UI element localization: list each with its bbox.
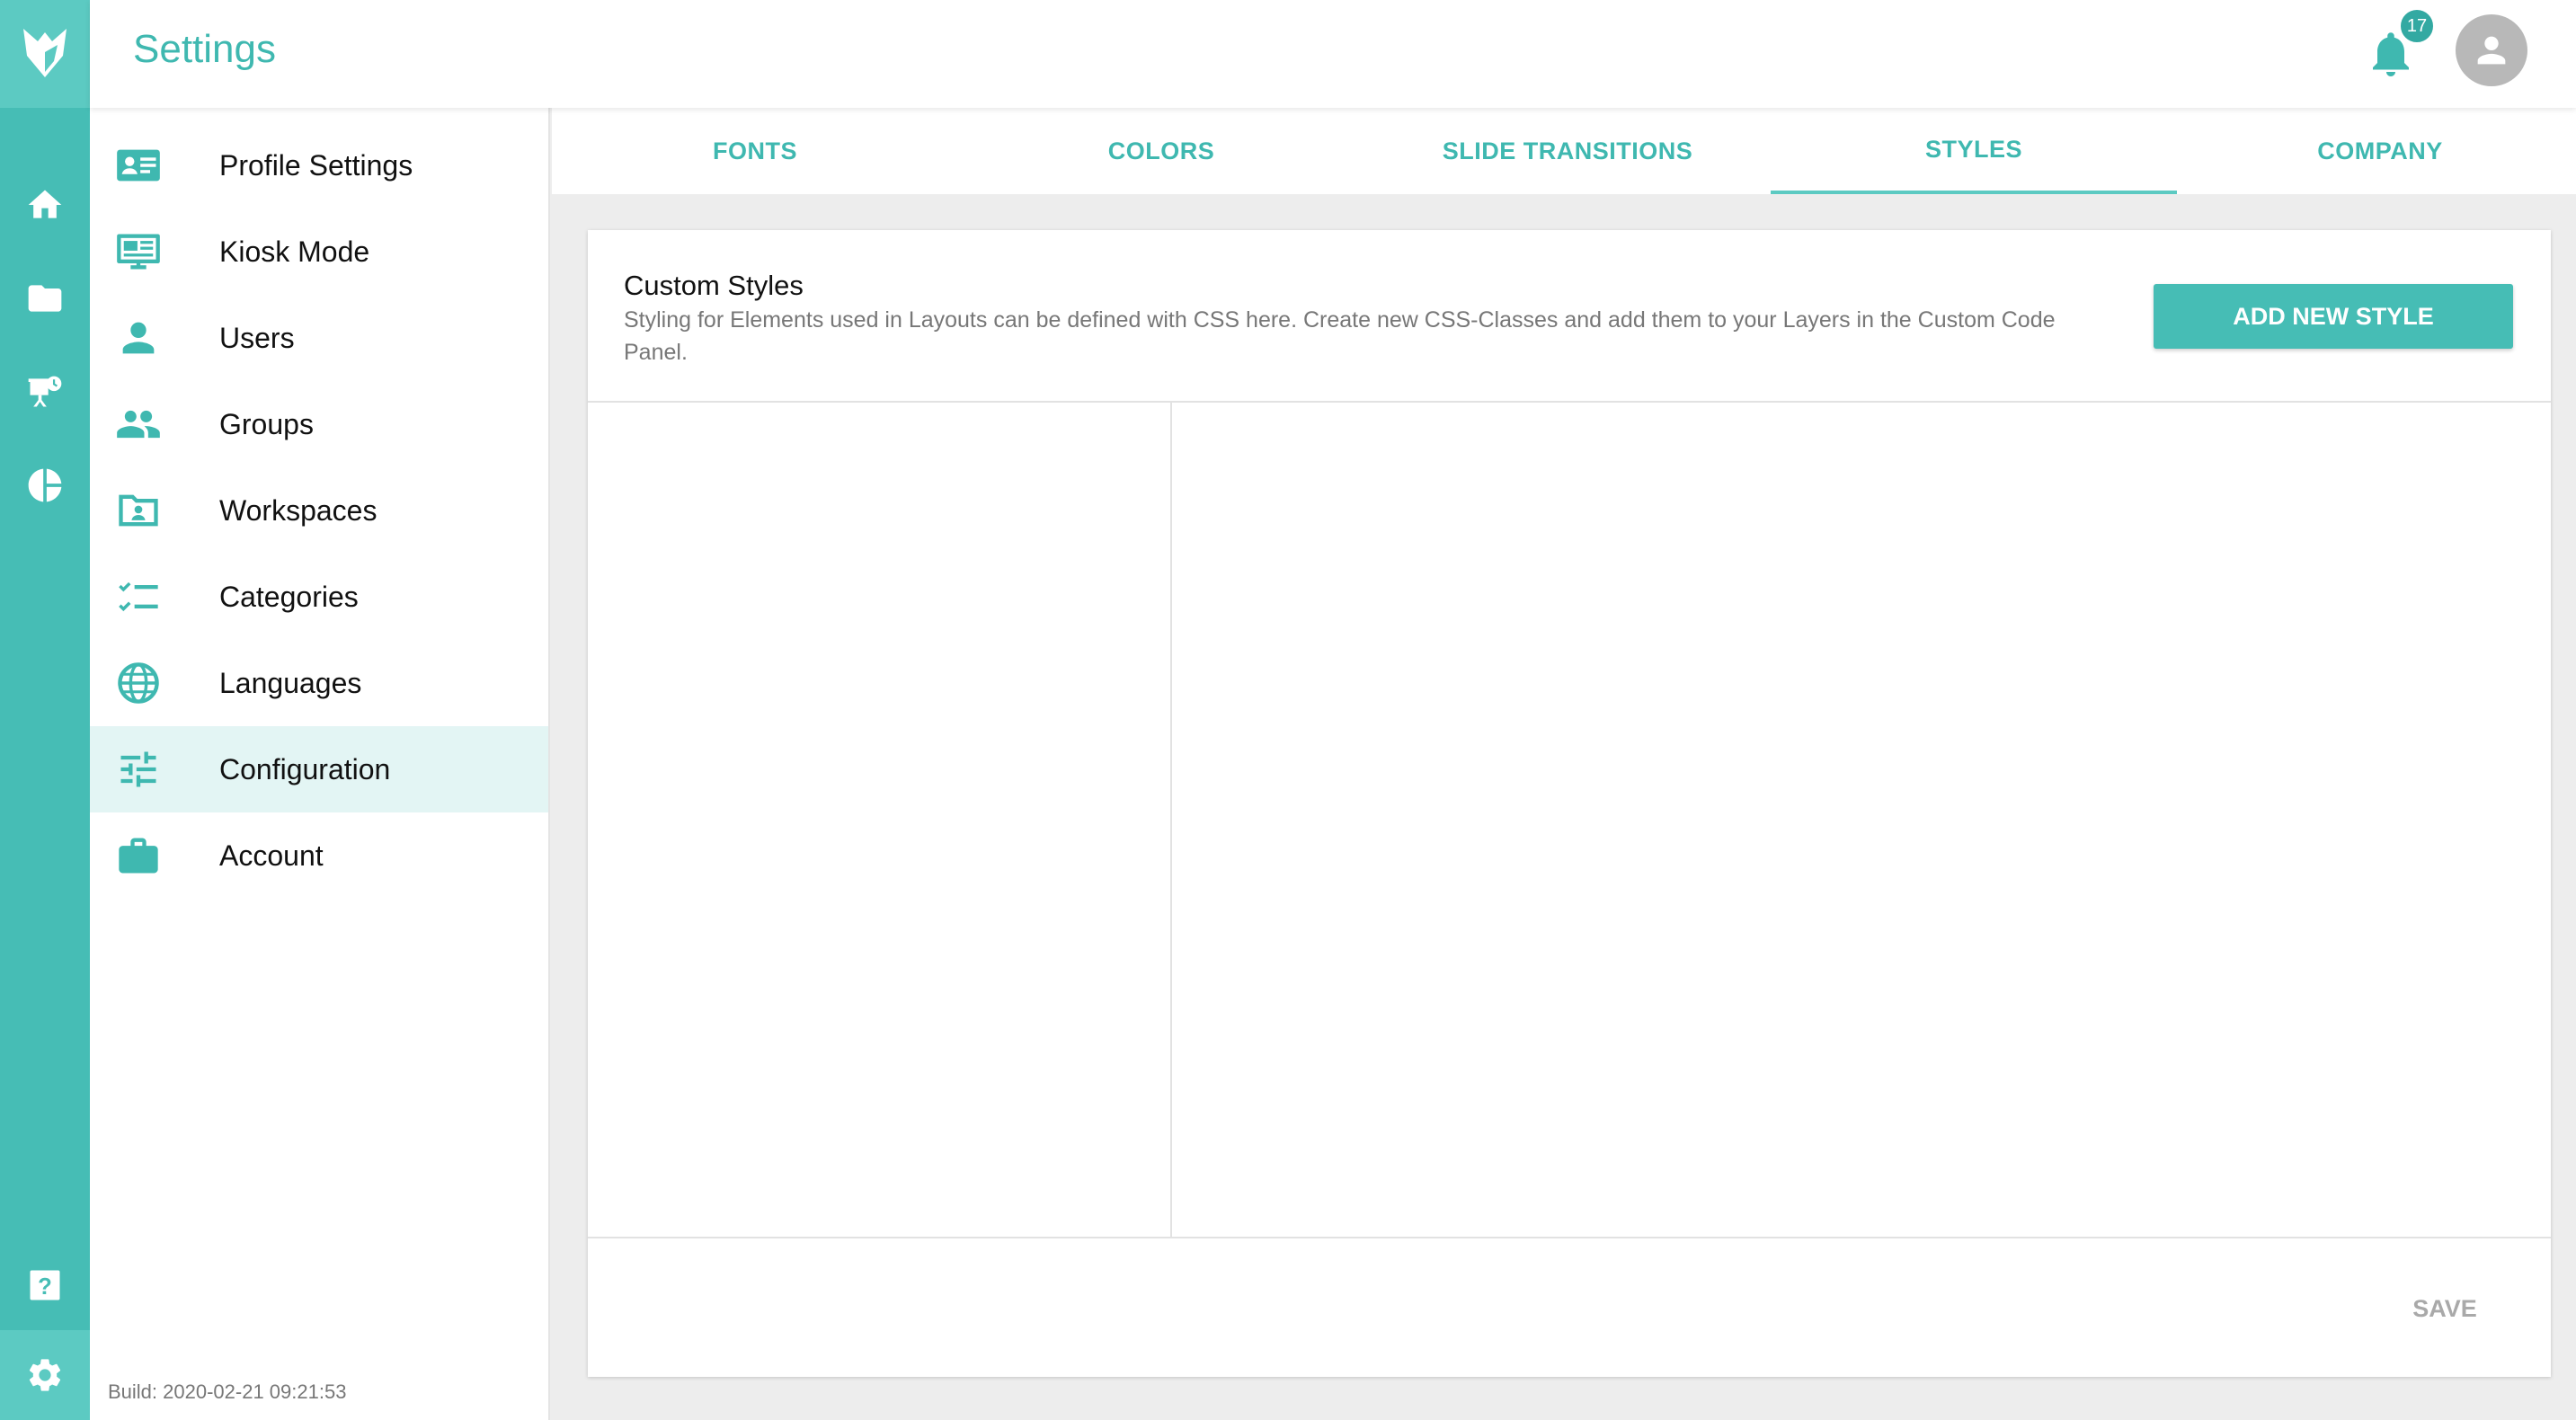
sidebar-item-languages[interactable]: Languages	[90, 640, 548, 726]
app-rail: ?	[0, 0, 90, 1420]
save-button[interactable]: SAVE	[2373, 1282, 2517, 1336]
sidebar-item-label: Workspaces	[219, 494, 378, 527]
sidebar-item-label: Account	[219, 839, 324, 872]
sidebar-item-label: Languages	[219, 667, 362, 699]
folder-icon[interactable]	[0, 262, 90, 334]
sidebar-item-label: Profile Settings	[219, 149, 413, 182]
sidebar-item-kiosk-mode[interactable]: Kiosk Mode	[90, 209, 548, 295]
user-icon	[122, 322, 155, 354]
profile-card-icon	[117, 149, 160, 182]
gear-icon[interactable]	[0, 1330, 90, 1420]
page-title: Settings	[133, 27, 276, 71]
sidebar-item-label: Categories	[219, 581, 359, 613]
groups-icon	[117, 410, 160, 439]
card-title: Custom Styles	[624, 270, 804, 301]
checklist-icon	[119, 581, 158, 612]
sidebar-item-profile-settings[interactable]: Profile Settings	[90, 122, 548, 209]
pie-chart-icon[interactable]	[0, 449, 90, 521]
tab-styles[interactable]: STYLES	[1771, 108, 2177, 194]
build-info: Build: 2020-02-21 09:21:53	[108, 1380, 347, 1403]
help-icon[interactable]: ?	[0, 1249, 90, 1321]
svg-text:?: ?	[38, 1274, 52, 1300]
home-icon[interactable]	[0, 169, 90, 241]
globe-icon	[118, 662, 159, 704]
fox-logo-icon[interactable]	[0, 0, 90, 108]
sidebar-item-users[interactable]: Users	[90, 295, 548, 381]
sidebar-item-account[interactable]: Account	[90, 812, 548, 899]
top-header: Settings 17	[90, 0, 2576, 108]
sidebar-item-workspaces[interactable]: Workspaces	[90, 467, 548, 554]
divider	[588, 1237, 2551, 1238]
tab-colors[interactable]: COLORS	[958, 108, 1364, 194]
settings-sidebar: Profile Settings Kiosk Mode Users Groups	[90, 108, 550, 1420]
tab-company[interactable]: COMPANY	[2177, 108, 2576, 194]
presentation-icon[interactable]	[0, 356, 90, 428]
tab-fonts[interactable]: FONTS	[552, 108, 958, 194]
add-new-style-button[interactable]: ADD NEW STYLE	[2154, 284, 2513, 349]
sidebar-item-label: Groups	[219, 408, 314, 440]
avatar[interactable]	[2456, 14, 2527, 86]
custom-styles-card: Custom Styles Styling for Elements used …	[588, 230, 2551, 1377]
style-list-pane[interactable]	[588, 403, 1172, 1237]
sliders-icon	[120, 751, 156, 787]
notification-count-badge: 17	[2398, 7, 2436, 45]
sidebar-item-categories[interactable]: Categories	[90, 554, 548, 640]
sidebar-item-configuration[interactable]: Configuration	[90, 726, 548, 812]
workspace-folder-icon	[119, 494, 158, 527]
config-tabs: FONTS COLORS SLIDE TRANSITIONS STYLES CO…	[552, 108, 2576, 194]
kiosk-icon	[117, 234, 160, 270]
briefcase-icon	[119, 838, 158, 874]
sidebar-item-label: Users	[219, 322, 295, 354]
sidebar-item-label: Configuration	[219, 753, 391, 785]
css-editor-pane[interactable]	[1174, 403, 2551, 1237]
card-description: Styling for Elements used in Layouts can…	[624, 307, 2056, 365]
tab-slide-transitions[interactable]: SLIDE TRANSITIONS	[1364, 108, 1771, 194]
sidebar-item-label: Kiosk Mode	[219, 235, 370, 268]
sidebar-item-groups[interactable]: Groups	[90, 381, 548, 467]
